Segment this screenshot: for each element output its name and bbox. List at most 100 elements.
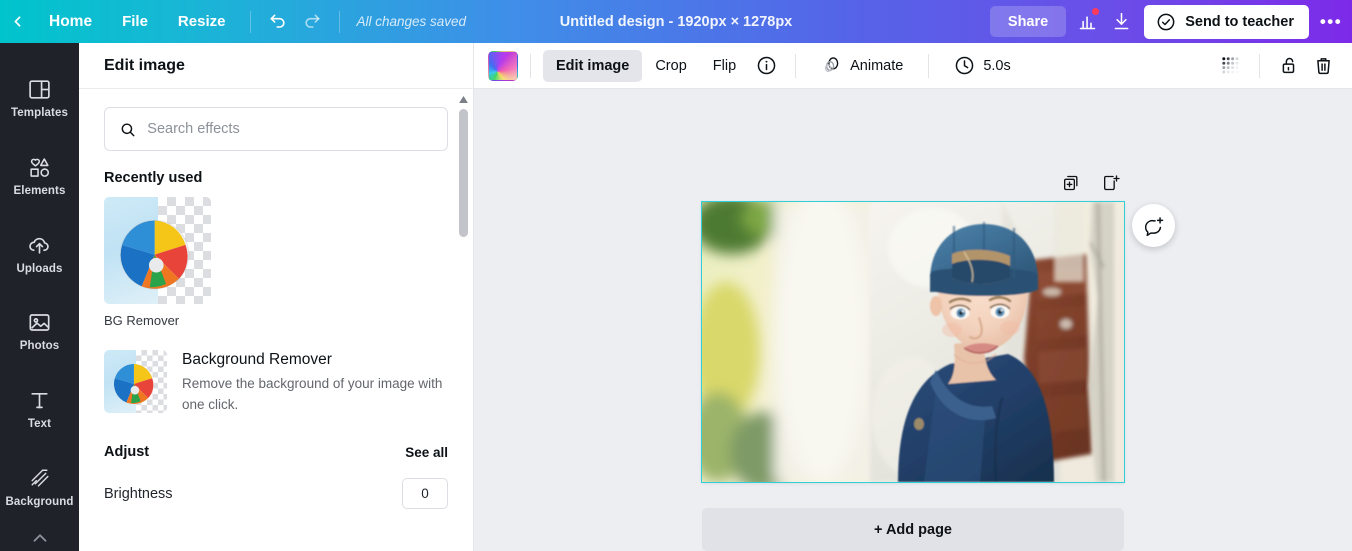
divider: [530, 53, 531, 78]
background-icon: [27, 465, 52, 491]
sidebar-item-background[interactable]: Background: [0, 447, 79, 525]
canva-editor: Home File Resize All changes saved Untit…: [0, 0, 1352, 551]
object-toolbar-right: [1213, 50, 1340, 82]
recent-effect-card[interactable]: BG Remover: [104, 197, 211, 328]
panel-scrollbar[interactable]: [457, 93, 470, 551]
templates-icon: [27, 76, 52, 102]
panel-title: Edit image: [79, 43, 473, 89]
scroll-track[interactable]: [457, 107, 470, 551]
sidebar-item-label: Photos: [19, 340, 60, 353]
sidebar-item-label: Text: [27, 418, 52, 431]
effect-list-item-background-remover[interactable]: Background Remover Remove the background…: [104, 341, 448, 424]
recently-used-section: Recently used BG Remover: [104, 170, 448, 328]
color-swatch-button[interactable]: [488, 50, 518, 81]
lock-button[interactable]: [1272, 50, 1306, 82]
back-button[interactable]: [0, 0, 34, 43]
text-icon: [27, 387, 52, 413]
add-page-button[interactable]: + Add page: [702, 508, 1124, 551]
search-input[interactable]: [147, 121, 433, 137]
sidebar-item-more[interactable]: [0, 525, 79, 551]
transparency-icon: [1221, 57, 1239, 74]
page-tools: [702, 171, 1124, 195]
flip-button[interactable]: Flip: [700, 50, 749, 82]
object-toolbar: Edit image Crop Flip Animate 5.0s: [474, 43, 1352, 89]
sidebar-item-label: Uploads: [16, 262, 63, 275]
insights-button[interactable]: [1070, 7, 1104, 37]
uploads-icon: [27, 232, 52, 258]
divider: [250, 10, 252, 33]
animate-button[interactable]: Animate: [808, 50, 916, 82]
add-comment-button[interactable]: [1132, 204, 1175, 247]
scroll-thumb[interactable]: [459, 109, 468, 237]
crop-button[interactable]: Crop: [642, 50, 699, 82]
top-bar-left: Home File Resize All changes saved: [0, 0, 466, 43]
animate-icon: [824, 57, 839, 73]
info-icon: [757, 56, 775, 75]
duplicate-page-icon: [1064, 175, 1078, 191]
sidebar-item-label: Background: [5, 495, 74, 508]
top-bar-right: Share Send to teacher •••: [989, 0, 1352, 43]
duplicate-page-button[interactable]: [1059, 171, 1083, 195]
sidebar-item-uploads[interactable]: Uploads: [0, 214, 79, 292]
transparency-button[interactable]: [1213, 50, 1247, 82]
recently-used-title: Recently used: [104, 170, 203, 186]
more-options-button[interactable]: •••: [1314, 6, 1348, 38]
share-button[interactable]: Share: [989, 6, 1067, 37]
notification-badge: [1092, 7, 1100, 15]
send-to-teacher-button[interactable]: Send to teacher: [1144, 4, 1309, 39]
effect-title: Background Remover: [182, 351, 332, 368]
search-effects-box[interactable]: [104, 107, 448, 151]
redo-icon: [305, 14, 320, 28]
bg-remover-thumbnail: [104, 197, 211, 304]
sidebar-item-elements[interactable]: Elements: [0, 137, 79, 215]
resize-button[interactable]: Resize: [165, 7, 239, 37]
undo-icon: [270, 14, 286, 28]
edit-image-button[interactable]: Edit image: [543, 49, 643, 82]
page-wrapper: [701, 201, 1125, 483]
side-panel: Edit image Recently used: [79, 43, 474, 551]
undo-button[interactable]: [261, 7, 295, 37]
clock-icon: [956, 56, 974, 75]
save-status: All changes saved: [356, 14, 467, 29]
adjust-control-brightness: Brightness 0: [104, 478, 448, 510]
sidebar-item-photos[interactable]: Photos: [0, 292, 79, 370]
chevron-up-icon: [29, 525, 51, 551]
redo-button[interactable]: [295, 7, 329, 37]
divider: [339, 10, 341, 33]
divider: [928, 53, 930, 78]
beach-ball-icon: [119, 220, 190, 290]
editor-body: Templates Elements Uploads Photos Text B…: [0, 43, 1352, 551]
info-button[interactable]: [749, 50, 783, 82]
file-button[interactable]: File: [109, 7, 161, 37]
adjust-section: Adjust See all Brightness 0: [104, 444, 448, 510]
check-circle-icon: [1157, 13, 1175, 30]
design-title[interactable]: Untitled design - 1920px × 1278px: [560, 14, 793, 30]
scroll-up-arrow-icon: [459, 96, 468, 103]
unlock-icon: [1282, 57, 1294, 74]
elements-icon: [27, 154, 52, 180]
divider: [1259, 53, 1260, 78]
selected-image[interactable]: [702, 202, 1124, 482]
sidebar-item-label: Elements: [13, 185, 66, 197]
scroll-up-button[interactable]: [457, 93, 470, 106]
recent-effect-label: BG Remover: [104, 313, 180, 328]
see-all-button[interactable]: See all: [405, 445, 448, 460]
left-rail: Templates Elements Uploads Photos Text B…: [0, 43, 79, 551]
effect-description: Remove the background of your image with…: [182, 376, 443, 412]
back-chevron-icon: [14, 16, 20, 27]
send-to-teacher-label: Send to teacher: [1185, 13, 1294, 30]
add-page-tool-button[interactable]: [1099, 171, 1123, 195]
search-icon: [121, 122, 135, 136]
duration-button[interactable]: 5.0s: [941, 50, 1023, 82]
home-button[interactable]: Home: [36, 7, 105, 37]
design-page[interactable]: [701, 201, 1125, 483]
download-button[interactable]: [1104, 7, 1138, 37]
sidebar-item-text[interactable]: Text: [0, 370, 79, 448]
delete-button[interactable]: [1306, 50, 1340, 82]
top-bar: Home File Resize All changes saved Untit…: [0, 0, 1352, 43]
adjust-header: Adjust See all: [104, 444, 448, 460]
sidebar-item-templates[interactable]: Templates: [0, 59, 79, 137]
brightness-value-input[interactable]: 0: [402, 478, 448, 510]
canvas-area[interactable]: + Add page: [474, 89, 1352, 551]
delete-icon: [1316, 58, 1330, 75]
